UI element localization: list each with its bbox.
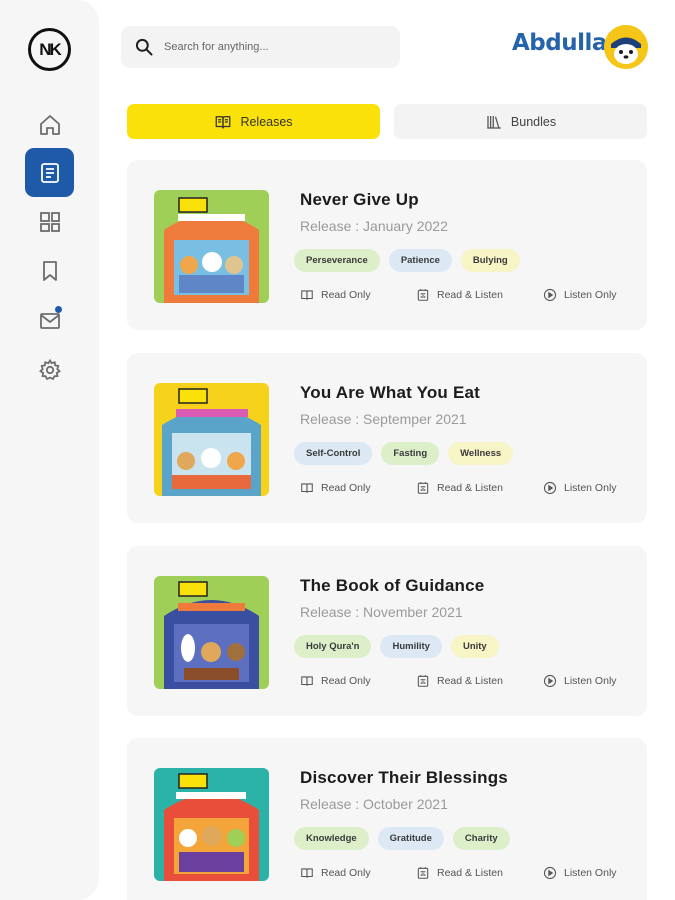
document-icon: [40, 162, 59, 183]
notification-dot: [55, 306, 62, 313]
tag[interactable]: Wellness: [448, 442, 514, 465]
read-listen-button[interactable]: Read & Listen: [416, 481, 503, 495]
book-title: Never Give Up: [300, 190, 419, 209]
book-card[interactable]: Never Give Up Release : January 2022 Per…: [127, 160, 647, 330]
book-open-icon: [301, 676, 313, 686]
listen-only-button[interactable]: Listen Only: [543, 866, 617, 880]
book-release: Release : November 2021: [300, 604, 463, 620]
action-label: Read Only: [321, 482, 371, 494]
book-cover[interactable]: [154, 383, 269, 496]
tab-bundles[interactable]: Bundles: [394, 104, 647, 139]
tag-list: Knowledge Gratitude Charity: [294, 827, 510, 850]
read-listen-button[interactable]: Read & Listen: [416, 866, 503, 880]
home-icon: [39, 114, 60, 135]
action-label: Read & Listen: [437, 289, 503, 301]
sidebar-item-bookmarks[interactable]: [25, 246, 74, 295]
tag[interactable]: Bulying: [460, 249, 520, 272]
library-icon: [487, 115, 501, 129]
book-open-icon: [301, 868, 313, 878]
tag-list: Perseverance Patience Bulying: [294, 249, 520, 272]
book-actions: Read Only Read & Listen Listen Only: [300, 288, 630, 302]
listen-only-button[interactable]: Listen Only: [543, 674, 617, 688]
tag-list: Self-Control Fasting Wellness: [294, 442, 514, 465]
read-listen-button[interactable]: Read & Listen: [416, 288, 503, 302]
book-open-icon: [301, 483, 313, 493]
search-icon: [135, 38, 153, 56]
tag[interactable]: Unity: [450, 635, 499, 658]
sidebar-item-settings[interactable]: [25, 345, 74, 394]
search-input[interactable]: [164, 41, 384, 53]
action-label: Listen Only: [564, 867, 617, 879]
tag[interactable]: Holy Qura'n: [294, 635, 372, 658]
book-release: Release : January 2022: [300, 218, 448, 234]
listen-only-button[interactable]: Listen Only: [543, 481, 617, 495]
tag[interactable]: Knowledge: [294, 827, 369, 850]
tag[interactable]: Patience: [388, 249, 452, 272]
action-label: Listen Only: [564, 482, 617, 494]
action-label: Read & Listen: [437, 867, 503, 879]
book-card[interactable]: The Book of Guidance Release : November …: [127, 546, 647, 716]
tag[interactable]: Self-Control: [294, 442, 373, 465]
gear-icon: [38, 358, 61, 380]
book-audio-icon: [417, 482, 429, 494]
read-only-button[interactable]: Read Only: [300, 866, 371, 880]
play-icon: [543, 288, 557, 302]
book-release: Release : Septemper 2021: [300, 411, 467, 427]
book-card[interactable]: You Are What You Eat Release : Septemper…: [127, 353, 647, 523]
book-release: Release : October 2021: [300, 796, 448, 812]
play-icon: [543, 481, 557, 495]
tag[interactable]: Perseverance: [294, 249, 380, 272]
book-audio-icon: [417, 675, 429, 687]
sidebar-item-releases[interactable]: [25, 148, 74, 197]
read-only-button[interactable]: Read Only: [300, 674, 371, 688]
read-listen-button[interactable]: Read & Listen: [416, 674, 503, 688]
read-only-button[interactable]: Read Only: [300, 288, 371, 302]
book-audio-icon: [417, 289, 429, 301]
book-card[interactable]: Discover Their Blessings Release : Octob…: [127, 738, 647, 900]
book-cover[interactable]: [154, 190, 269, 303]
bookmark-icon: [42, 260, 57, 281]
search-bar[interactable]: [121, 26, 400, 68]
action-label: Read Only: [321, 289, 371, 301]
tag[interactable]: Humility: [380, 635, 442, 658]
sidebar-item-mail[interactable]: [25, 296, 74, 345]
tab-releases-label: Releases: [240, 114, 293, 129]
play-icon: [543, 866, 557, 880]
book-actions: Read Only Read & Listen Listen Only: [300, 674, 630, 688]
book-audio-icon: [417, 867, 429, 879]
sidebar: NK: [0, 0, 99, 900]
sidebar-item-dashboard[interactable]: [25, 197, 74, 246]
action-label: Read Only: [321, 675, 371, 687]
tag[interactable]: Fasting: [381, 442, 440, 465]
tag[interactable]: Gratitude: [377, 827, 444, 850]
tag[interactable]: Charity: [452, 827, 510, 850]
tab-releases[interactable]: Releases: [127, 104, 380, 139]
book-cover[interactable]: [154, 576, 269, 689]
tab-bundles-label: Bundles: [510, 114, 557, 129]
book-cover[interactable]: [154, 768, 269, 881]
book-actions: Read Only Read & Listen Listen Only: [300, 866, 630, 880]
action-label: Listen Only: [564, 675, 617, 687]
book-title: Discover Their Blessings: [300, 768, 508, 787]
book-title: You Are What You Eat: [300, 383, 480, 402]
book-open-icon: [301, 290, 313, 300]
action-label: Read & Listen: [437, 675, 503, 687]
sidebar-item-home[interactable]: [25, 100, 74, 149]
action-label: Listen Only: [564, 289, 617, 301]
avatar[interactable]: [604, 25, 648, 69]
action-label: Read & Listen: [437, 482, 503, 494]
read-only-button[interactable]: Read Only: [300, 481, 371, 495]
book-actions: Read Only Read & Listen Listen Only: [300, 481, 630, 495]
listen-only-button[interactable]: Listen Only: [543, 288, 617, 302]
tag-list: Holy Qura'n Humility Unity: [294, 635, 499, 658]
dashboard-icon: [39, 211, 60, 232]
action-label: Read Only: [321, 867, 371, 879]
app-logo[interactable]: NK: [28, 28, 71, 71]
play-icon: [543, 674, 557, 688]
book-title: The Book of Guidance: [300, 576, 485, 595]
book-open-icon: [216, 115, 231, 129]
